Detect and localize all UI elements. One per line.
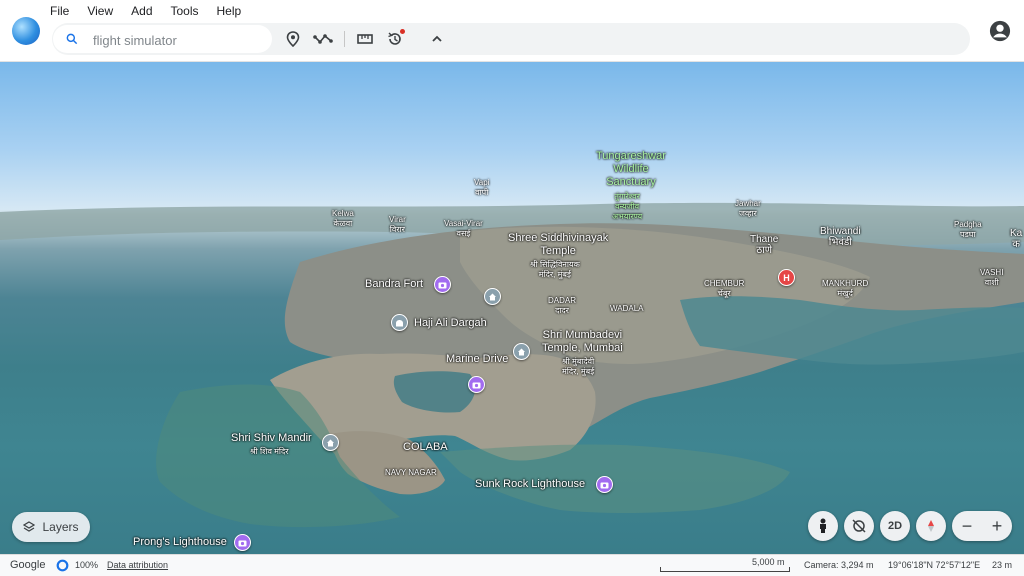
map-label-bandra-fort[interactable]: Bandra Fort (365, 278, 423, 291)
google-attribution: Google (10, 559, 46, 571)
menu-tools[interactable]: Tools (171, 4, 199, 18)
loading-ring-icon (56, 559, 69, 572)
map-label-prongs[interactable]: Prong's Lighthouse (133, 536, 227, 549)
path-icon (313, 34, 333, 44)
zoom-control: − + (952, 511, 1012, 541)
map-label-shiv-mandir[interactable]: Shri Shiv Mandir (231, 432, 312, 445)
pegman-button[interactable] (808, 511, 838, 541)
temple-icon (518, 348, 525, 355)
top-bar: File View Add Tools Help (0, 0, 1024, 62)
map-label-ka[interactable]: Ka क (1010, 228, 1022, 250)
temple-icon (327, 439, 334, 446)
map-view[interactable]: Tungareshwar Wildlife Sanctuary तुंगारेश्व… (0, 62, 1024, 554)
map-label-virar[interactable]: Virar विरार (389, 215, 406, 235)
photo-pin-bandra-fort[interactable] (434, 276, 451, 293)
map-label-padgha[interactable]: Padgha पडघा (954, 220, 982, 240)
zoom-in-button[interactable]: + (982, 511, 1012, 541)
cursor-coordinates: 19°06'18"N 72°57'12"E (888, 560, 981, 570)
toggle-3d-button[interactable] (844, 511, 874, 541)
hospital-pin[interactable]: H (778, 269, 795, 286)
menu-view[interactable]: View (87, 4, 113, 18)
camera-icon (238, 540, 247, 546)
map-label-wadala[interactable]: WADALA (610, 304, 644, 314)
measure-button[interactable] (355, 29, 375, 49)
menu-bar: File View Add Tools Help (50, 4, 259, 18)
camera-icon (600, 482, 609, 488)
map-label-siddhivinayak-hindi: श्री सिद्धिविनायक मंदिर, मुंबई (530, 260, 580, 279)
map-label-vashi[interactable]: VASHI वाशी (980, 268, 1003, 288)
temple-pin-shiv-mandir[interactable] (322, 434, 339, 451)
map-label-thane[interactable]: Thane ठाणे (750, 234, 778, 256)
map-label-marine-drive[interactable]: Marine Drive (446, 353, 508, 366)
map-label-chembur[interactable]: CHEMBUR चेंबूर (704, 279, 744, 299)
zoom-out-button[interactable]: − (952, 511, 982, 541)
search-box[interactable] (53, 25, 272, 53)
search-input[interactable] (91, 29, 265, 51)
view-2d-button[interactable]: 2D (880, 511, 910, 541)
map-label-siddhivinayak[interactable]: Shree Siddhivinayak Temple (508, 232, 608, 258)
status-bar: Google 100% Data attribution 5,000 m Cam… (0, 554, 1024, 576)
map-label-vasai[interactable]: Vasai-Virar वसई (444, 219, 483, 239)
map-label-dadar[interactable]: DADAR दादर (548, 296, 576, 316)
camera-altitude: Camera: 3,294 m (804, 560, 874, 570)
mosque-icon (396, 319, 403, 326)
notification-dot (400, 29, 405, 34)
map-label-colaba[interactable]: COLABA (403, 441, 448, 454)
photo-pin-sunk-rock[interactable] (596, 476, 613, 493)
layers-button[interactable]: Layers (12, 512, 90, 542)
account-icon[interactable] (989, 20, 1011, 42)
toolbar-divider (344, 31, 345, 47)
data-attribution-link[interactable]: Data attribution (107, 560, 168, 570)
map-label-kelwa[interactable]: Kelwa केळवा (332, 209, 354, 229)
map-label-sunk-rock[interactable]: Sunk Rock Lighthouse (475, 478, 585, 491)
map-label-navy-nagar[interactable]: NAVY NAGAR (385, 468, 437, 478)
menu-help[interactable]: Help (217, 4, 242, 18)
scale-label: 5,000 m (752, 557, 785, 567)
map-label-mumbadevi[interactable]: Shri Mumbadevi Temple, Mumbai (542, 329, 623, 355)
draw-path-button[interactable] (313, 29, 333, 49)
cursor-elevation: 23 m (992, 560, 1013, 570)
scale-bar (660, 567, 790, 572)
place-mark-button[interactable] (283, 29, 303, 49)
map-label-mankhurd[interactable]: MANKHURD मंखुर्द (822, 279, 868, 299)
map-label-haji-ali[interactable]: Haji Ali Dargah (414, 317, 487, 330)
map-label-bhiwandi[interactable]: Bhiwandi भिवंडी (820, 226, 861, 248)
compass-icon (928, 520, 934, 532)
google-earth-logo[interactable] (12, 17, 40, 45)
photo-pin-prongs[interactable] (234, 534, 251, 551)
layers-label: Layers (42, 520, 79, 534)
mosque-pin-haji-ali[interactable] (391, 314, 408, 331)
menu-file[interactable]: File (50, 4, 69, 18)
historical-imagery-button[interactable] (385, 29, 405, 49)
map-label-tungareshwar-hindi: तुंगारेश्वर वन्यजीव अभयारण्य (612, 192, 643, 221)
camera-icon (438, 282, 447, 288)
no-tilt-icon (852, 519, 866, 533)
search-icon (66, 33, 78, 45)
location-pin-icon (286, 31, 300, 47)
ruler-icon (357, 34, 373, 44)
layers-icon (23, 521, 36, 532)
map-label-mumbadevi-hindi: श्री मुंबादेवी मंदिर, मुंबई (562, 357, 595, 376)
map-label-vapi[interactable]: Vapi वापी (474, 178, 489, 198)
chevron-up-icon (432, 35, 442, 42)
temple-pin-mumbadevi[interactable] (513, 343, 530, 360)
map-label-jawhar[interactable]: Jawhar जव्हार (735, 199, 761, 219)
temple-pin-siddhivinayak[interactable] (484, 288, 501, 305)
camera-icon (472, 382, 481, 388)
collapse-toolbar-button[interactable] (427, 29, 447, 49)
map-label-tungareshwar[interactable]: Tungareshwar Wildlife Sanctuary (596, 150, 666, 189)
temple-icon (489, 293, 496, 300)
compass-button[interactable] (916, 511, 946, 541)
photo-pin-marine-drive[interactable] (468, 376, 485, 393)
pegman-icon (820, 518, 826, 533)
loading-progress: 100% (75, 560, 99, 570)
map-label-shiv-mandir-hindi: श्री शिव मंदिर (250, 447, 289, 456)
menu-add[interactable]: Add (131, 4, 152, 18)
